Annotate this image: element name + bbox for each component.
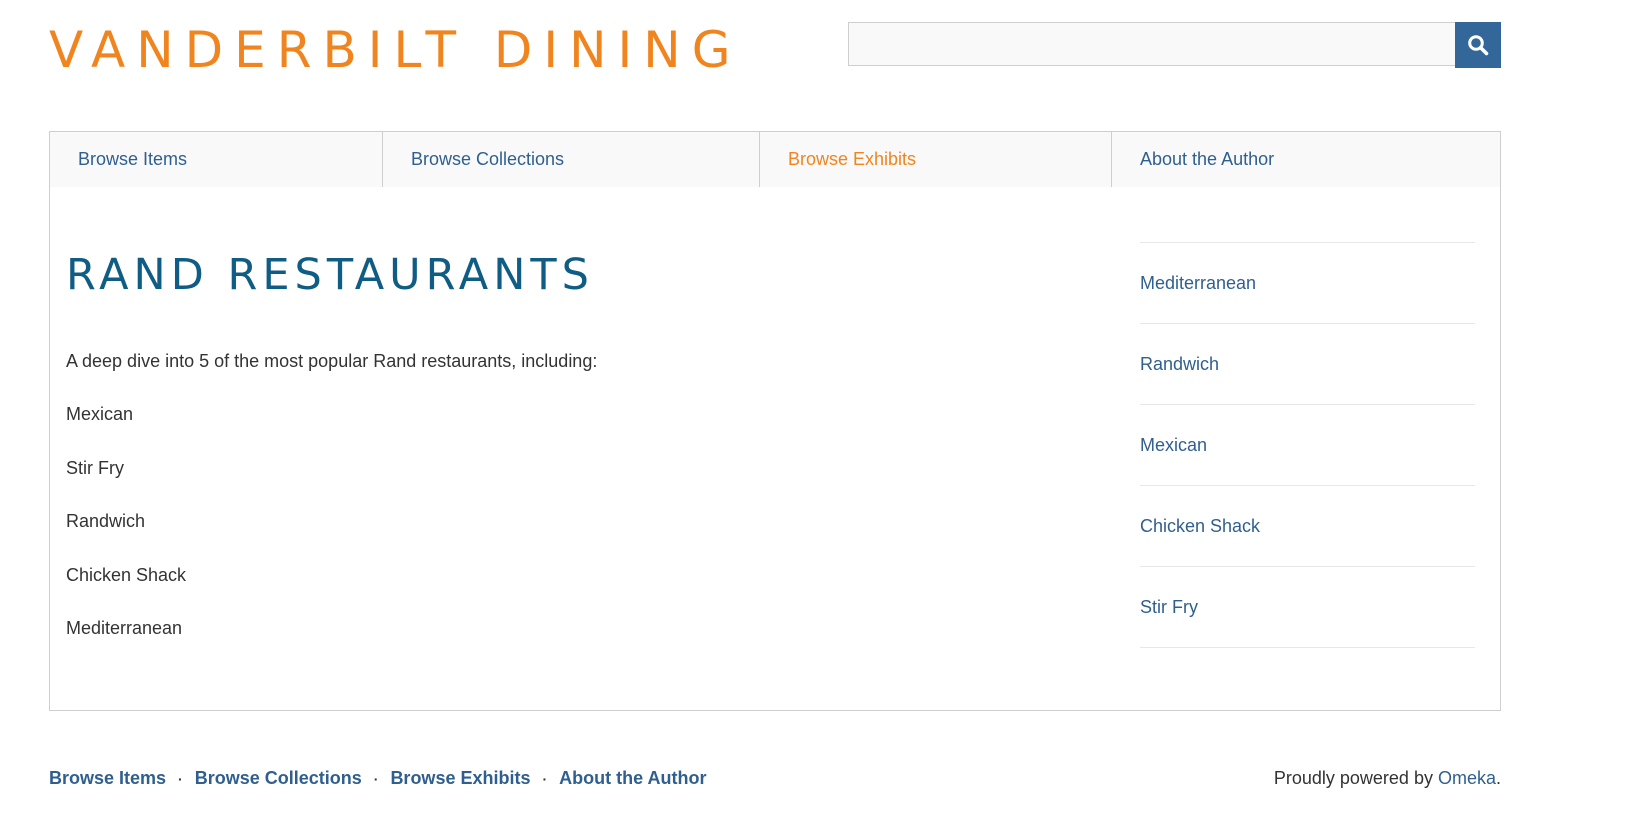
restaurant-list-item: Mediterranean [66,618,183,638]
footer-link-about-the-author[interactable]: About the Author [559,768,706,788]
search-button[interactable] [1455,22,1501,68]
intro-text: A deep dive into 5 of the most popular R… [66,351,598,371]
nav-item-about-the-author[interactable]: About the Author [1112,132,1500,187]
exhibit-page-link[interactable]: Mediterranean [1140,243,1475,324]
powered-by-period: . [1495,768,1501,788]
footer-nav: Browse Items · Browse Collections · Browse E… [49,767,706,790]
search-form [848,22,1502,68]
footer-link-browse-exhibits[interactable]: Browse Exhibits [390,768,530,788]
nav-item-browse-collections[interactable]: Browse Collections [383,132,760,187]
nav-item-browse-items[interactable]: Browse Items [50,132,383,187]
exhibit-page-link[interactable]: Chicken Shack [1140,486,1475,567]
omeka-link[interactable]: Omeka [1438,768,1496,788]
site-title[interactable]: VANDERBILT DINING [49,20,741,80]
search-input[interactable] [848,22,1456,66]
nav-item-browse-exhibits[interactable]: Browse Exhibits [760,132,1112,187]
exhibit-page-link[interactable]: Randwich [1140,324,1475,405]
main-nav: Browse Items Browse Collections Browse E… [49,131,1501,188]
restaurant-list-item: Stir Fry [66,458,124,478]
footer-link-browse-items[interactable]: Browse Items [49,768,166,788]
footer-separator: · [542,771,548,787]
restaurant-list-item: Mexican [66,404,134,424]
restaurant-list-item: Chicken Shack [66,565,187,585]
powered-by: Proudly powered by Omeka. [1274,767,1501,789]
exhibit-page-link[interactable]: Mexican [1140,405,1475,486]
exhibit-pages-sidebar: Mediterranean Randwich Mexican Chicken S… [1140,242,1475,648]
footer-separator: · [373,771,379,787]
exhibit-content: RAND RESTAURANTS A deep dive into 5 of t… [49,187,1501,711]
footer-separator: · [178,771,183,787]
powered-by-text: Proudly powered by [1273,768,1438,788]
page-title: RAND RESTAURANTS [66,250,594,300]
search-icon [1468,35,1489,56]
footer-link-browse-collections[interactable]: Browse Collections [195,768,362,788]
exhibit-page-link[interactable]: Stir Fry [1140,567,1475,648]
restaurant-list-item: Randwich [66,511,146,531]
